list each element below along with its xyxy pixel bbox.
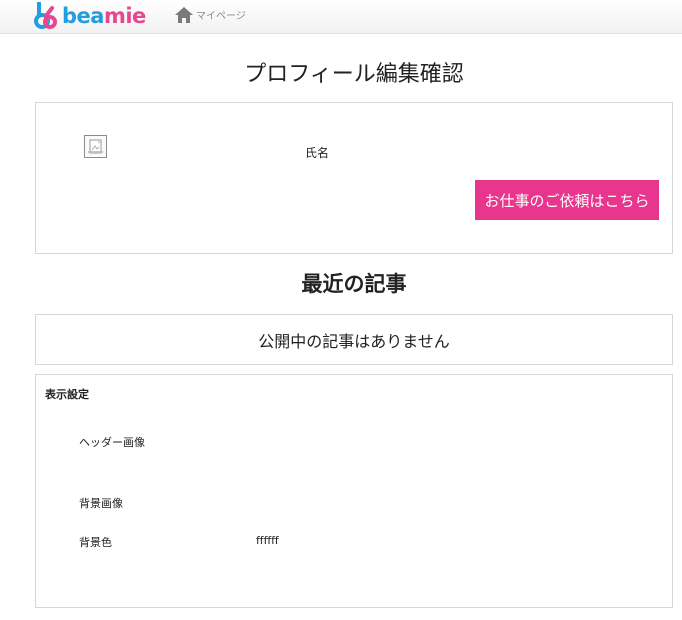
logo-text: beamie bbox=[62, 4, 146, 28]
background-color-value: ffffff bbox=[256, 534, 279, 547]
profile-card: 氏名 お仕事のご依頼はこちら bbox=[35, 102, 673, 254]
header-image-label: ヘッダー画像 bbox=[79, 436, 145, 449]
display-settings-heading: 表示設定 bbox=[45, 388, 89, 401]
home-icon bbox=[175, 7, 193, 23]
logo-text-pink: mie bbox=[103, 4, 146, 28]
mypage-link[interactable]: マイページ bbox=[174, 6, 246, 24]
page-title: プロフィール編集確認 bbox=[244, 62, 464, 87]
avatar bbox=[84, 135, 107, 158]
recent-articles-title: 最近の記事 bbox=[301, 272, 407, 296]
no-articles-message: 公開中の記事はありません bbox=[35, 314, 673, 365]
beamie-logo[interactable]: beamie bbox=[33, 1, 149, 31]
broken-image-icon bbox=[88, 139, 103, 154]
name-label: 氏名 bbox=[305, 146, 330, 160]
top-bar: beamie マイページ bbox=[0, 0, 682, 34]
display-settings-panel: 表示設定 ヘッダー画像 背景画像 背景色 ffffff bbox=[35, 374, 673, 608]
background-image-label: 背景画像 bbox=[79, 497, 123, 510]
mypage-label: マイページ bbox=[196, 11, 246, 22]
logo-text-blue: bea bbox=[62, 4, 104, 28]
logo-mark-icon bbox=[34, 2, 57, 29]
job-request-button[interactable]: お仕事のご依頼はこちら bbox=[475, 180, 659, 220]
background-color-label: 背景色 bbox=[79, 536, 112, 549]
